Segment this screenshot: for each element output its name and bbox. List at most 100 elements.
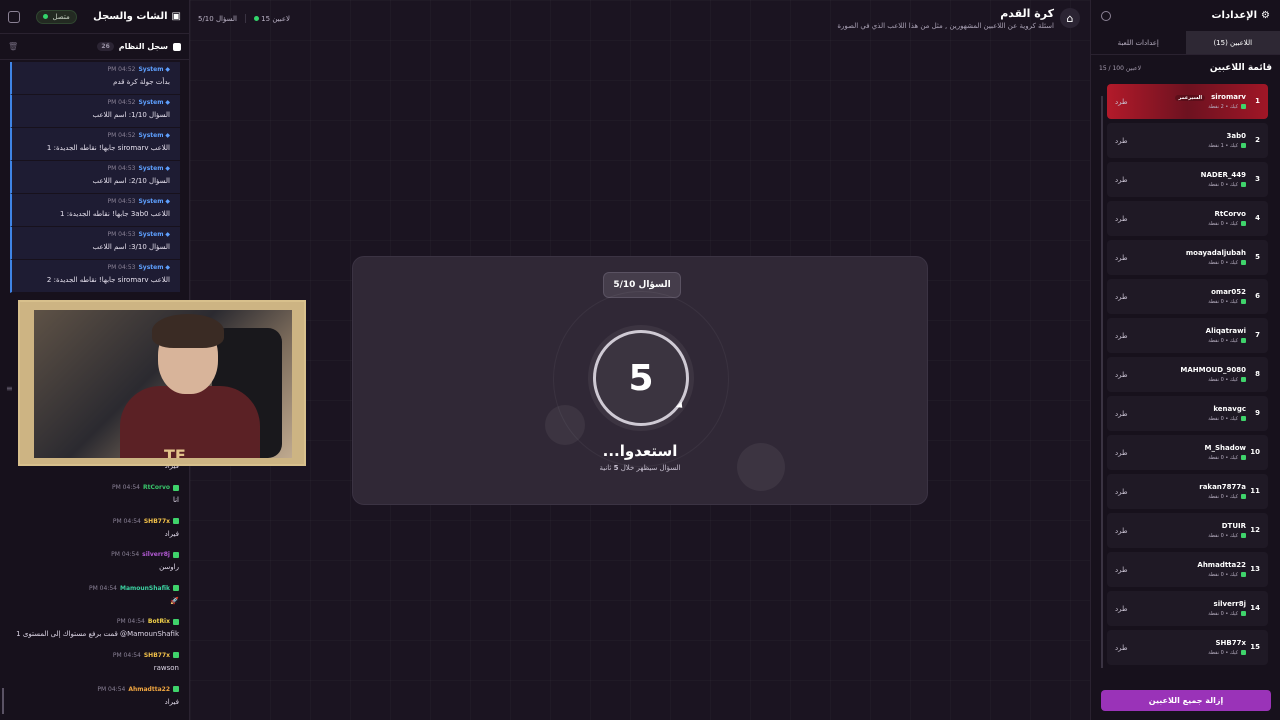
tab-players[interactable]: اللاعبين (15)	[1185, 31, 1280, 54]
kick-badge-icon	[1241, 416, 1246, 421]
kick-button[interactable]: طرد	[1115, 215, 1128, 223]
player-row: طرد Ahmadtta22 كيك • 0 نقطة 13	[1107, 552, 1268, 587]
player-rank: 14	[1250, 604, 1260, 612]
chat-list[interactable]: فيراد PM 04:54 RtCorvo انا PM 04:54 SHB77x فير…	[4, 462, 179, 719]
message-meta: PM 04:52 System ◆	[18, 99, 170, 106]
message-username[interactable]: RtCorvo	[143, 484, 170, 491]
kick-button[interactable]: طرد	[1115, 605, 1128, 613]
player-info: MAHMOUD_9080 كيك • 0 نقطة	[1180, 366, 1246, 383]
player-row: طرد Aliqatrawi كيك • 0 نقطة 7	[1107, 318, 1268, 353]
player-name: kenavgc	[1213, 405, 1246, 413]
system-log-list[interactable]: PM 04:52 System ◆ بدأت جولة كرة قدم PM 04:5…	[10, 62, 180, 302]
message-meta: PM 04:54 silverr8j	[4, 551, 179, 558]
player-rank: 5	[1255, 253, 1260, 261]
divider	[244, 14, 246, 23]
player-subtitle: كيك • 0 نقطة	[1208, 650, 1246, 656]
message-username[interactable]: silverr8j	[142, 551, 170, 558]
message-text: السؤال 3/10: اسم اللاعب	[92, 243, 170, 251]
player-points: كيك • 0 نقطة	[1208, 455, 1238, 461]
player-points: كيك • 0 نقطة	[1208, 260, 1238, 266]
kick-button[interactable]: طرد	[1115, 293, 1128, 301]
kick-button[interactable]: طرد	[1115, 332, 1128, 340]
kick-badge-icon	[1241, 494, 1246, 499]
game-header: كرة القدم اسئلة كروية عن اللاعبين المشهو…	[837, 7, 1054, 30]
player-rank: 11	[1250, 487, 1260, 495]
player-row: طرد omar052 كيك • 0 نقطة 6	[1107, 279, 1268, 314]
kick-badge-icon	[1241, 611, 1246, 616]
player-name-row: DTUIR	[1208, 522, 1246, 530]
gear-icon: ⚙	[1261, 10, 1270, 21]
system-message: PM 04:53 System ◆ السؤال 3/10: اسم اللاعب	[10, 227, 180, 260]
shield-icon: ◆	[163, 99, 170, 106]
player-subtitle: كيك • 0 نقطة	[1208, 299, 1246, 305]
connection-status: متصل	[52, 12, 70, 21]
drag-handle-icon[interactable]: ≡	[6, 384, 14, 394]
system-log-bar[interactable]: 🗑 26 سجل النظام	[0, 34, 189, 60]
players-count: 15 / 100 لاعبين	[1099, 64, 1142, 72]
system-log-label: سجل النظام	[118, 42, 168, 51]
players-list-title: قائمة اللاعبين	[1209, 63, 1272, 73]
player-name: siromarv	[1211, 93, 1246, 101]
player-points: كيك • 0 نقطة	[1208, 572, 1238, 578]
kick-button[interactable]: طرد	[1115, 137, 1128, 145]
player-rank: 1	[1255, 97, 1260, 105]
message-username[interactable]: Ahmadtta22	[128, 686, 170, 693]
kick-button[interactable]: طرد	[1115, 371, 1128, 379]
game-title: كرة القدم	[1000, 7, 1054, 20]
home-button[interactable]: ⌂	[1060, 8, 1080, 28]
kick-button[interactable]: طرد	[1115, 566, 1128, 574]
kick-badge-icon	[1241, 143, 1246, 148]
chat-scrollbar[interactable]	[2, 688, 4, 714]
kick-button[interactable]: طرد	[1115, 410, 1128, 418]
question-progress: السؤال 5/10	[198, 14, 237, 23]
message-username[interactable]: BotRix	[148, 618, 170, 625]
kick-button[interactable]: طرد	[1115, 488, 1128, 496]
online-dot-icon	[253, 15, 259, 21]
player-subtitle: كيك • 0 نقطة	[1197, 572, 1246, 578]
message-text: انا	[172, 496, 179, 504]
webcam-logo: TF	[164, 446, 186, 458]
message-text: rawson	[153, 663, 179, 672]
player-points: كيك • 0 نقطة	[1208, 338, 1238, 344]
player-info: omar052 كيك • 0 نقطة	[1208, 288, 1246, 305]
player-subtitle: كيك • 0 نقطة	[1204, 455, 1246, 461]
player-subtitle: كيك • 0 نقطة	[1208, 533, 1246, 539]
kick-button[interactable]: طرد	[1115, 644, 1128, 652]
player-info: M_Shadow كيك • 0 نقطة	[1204, 444, 1246, 461]
message-username[interactable]: MamounShafik	[120, 585, 170, 592]
kick-badge-icon	[1241, 455, 1246, 460]
player-info: moayadaljubah كيك • 0 نقطة	[1186, 249, 1246, 266]
message-text: اللاعب 3ab0 جابها! نقاطه الجديدة: 1	[60, 210, 170, 218]
player-subtitle: كيك • 0 نقطة	[1180, 377, 1246, 383]
remove-all-players-button[interactable]: إزالة جميع اللاعبين	[1101, 690, 1271, 711]
kick-badge-icon	[1241, 650, 1246, 655]
kick-button[interactable]: طرد	[1115, 254, 1128, 262]
message-username[interactable]: SHB77x	[144, 518, 170, 525]
kick-button[interactable]: طرد	[1115, 449, 1128, 457]
player-name-row: omar052	[1208, 288, 1246, 296]
players-online: 15 لاعبين	[253, 14, 291, 23]
player-info: DTUIR كيك • 0 نقطة	[1208, 522, 1246, 539]
player-points: كيك • 0 نقطة	[1208, 299, 1238, 305]
trash-icon[interactable]: 🗑	[8, 42, 18, 51]
settings-tabs: إعدادات اللعبة اللاعبين (15)	[1091, 31, 1280, 55]
message-meta: PM 04:54 SHB77x	[4, 652, 179, 659]
player-row: طرد DTUIR كيك • 0 نقطة 12	[1107, 513, 1268, 548]
shield-icon: ◆	[163, 264, 170, 271]
player-subtitle: كيك • 0 نقطة	[1201, 182, 1246, 188]
kick-button[interactable]: طرد	[1115, 176, 1128, 184]
streamer-hair	[152, 314, 224, 348]
player-points: كيك • 0 نقطة	[1208, 182, 1238, 188]
player-subtitle: كيك • 1 نقطة	[1208, 143, 1246, 149]
message-username[interactable]: SHB77x	[144, 652, 170, 659]
player-name: MAHMOUD_9080	[1180, 366, 1246, 374]
collapse-panel-icon[interactable]	[1101, 10, 1111, 21]
collapse-panel-icon[interactable]	[8, 10, 20, 23]
tab-game-settings[interactable]: إعدادات اللعبة	[1091, 31, 1186, 54]
message-text: السؤال 2/10: اسم اللاعب	[92, 177, 170, 185]
players-online-text: 15 لاعبين	[261, 14, 291, 23]
player-name: NADER_449	[1200, 171, 1246, 179]
kick-button[interactable]: طرد	[1115, 527, 1128, 535]
kick-button[interactable]: طرد	[1115, 98, 1128, 106]
leader-tag: السيرعمر	[1175, 95, 1206, 101]
